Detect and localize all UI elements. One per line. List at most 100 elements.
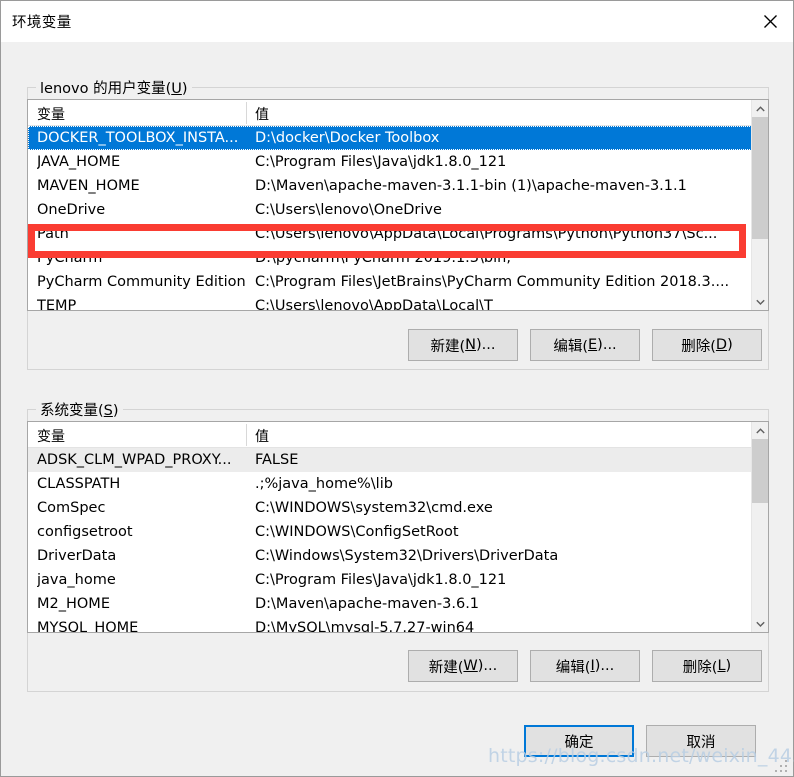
system-delete-accel: L xyxy=(717,658,726,674)
table-row[interactable]: MAVEN_HOME D:\Maven\apache-maven-3.1.1-bi… xyxy=(28,174,768,198)
user-col-divider[interactable] xyxy=(246,102,247,124)
system-legend-suffix: ) xyxy=(112,403,119,419)
variable-name-cell: CLASSPATH xyxy=(37,476,121,492)
table-row[interactable]: CLASSPATH .;%java_home%\lib xyxy=(28,472,768,496)
user-list-body: DOCKER_TOOLBOX_INSTA... D:\docker\Docker … xyxy=(28,126,768,311)
table-row[interactable]: TEMP C:\Users\lenovo\AppData\Local\T xyxy=(28,294,768,311)
system-new-accel: W xyxy=(463,658,478,674)
variable-name-cell: ComSpec xyxy=(37,500,106,516)
environment-variables-dialog: 环境变量 lenovo 的用户变量(U) 变量 值 DOCKER_TOOLBOX… xyxy=(0,0,794,777)
variable-value-cell: C:\Users\lenovo\AppData\Local\T xyxy=(255,298,493,311)
system-edit-button[interactable]: 编辑(I)... xyxy=(530,650,640,682)
system-variables-list[interactable]: 变量 值 ADSK_CLM_WPAD_PROXY... FALSE CLASSPAT… xyxy=(27,421,769,633)
variable-value-cell: C:\Users\lenovo\OneDrive xyxy=(255,202,442,218)
variable-value-cell: D:\MySQL\mysql-5.7.27-win64 xyxy=(255,620,475,633)
variable-value-cell: C:\WINDOWS\ConfigSetRoot xyxy=(255,524,459,540)
user-new-button[interactable]: 新建(N)... xyxy=(408,329,518,361)
user-legend-suffix: ) xyxy=(181,81,188,97)
system-edit-suffix: )... xyxy=(594,658,615,674)
user-new-suffix: )... xyxy=(476,337,496,353)
table-row[interactable]: ADSK_CLM_WPAD_PROXY... FALSE xyxy=(28,448,768,472)
user-edit-button[interactable]: 编辑(E)... xyxy=(530,329,640,361)
system-new-suffix: )... xyxy=(477,658,498,674)
scroll-up-icon[interactable] xyxy=(752,100,768,117)
variable-value-cell: C:\Program Files\JetBrains\PyCharm Commu… xyxy=(255,274,730,290)
resize-grip-icon[interactable] xyxy=(775,760,789,772)
user-scroll-thumb[interactable] xyxy=(752,117,768,239)
system-new-button[interactable]: 新建(W)... xyxy=(408,650,518,682)
ok-button[interactable]: 确定 xyxy=(524,725,634,757)
system-legend-accel: S xyxy=(103,403,113,419)
system-edit-prefix: 编辑( xyxy=(555,659,591,676)
variable-name-cell: DriverData xyxy=(37,548,117,564)
table-row[interactable]: PyCharm D:\pycharm\PyCharm 2019.1.3\bin; xyxy=(28,246,768,270)
table-row[interactable]: DriverData C:\Windows\System32\Drivers\Dr… xyxy=(28,544,768,568)
system-col-divider[interactable] xyxy=(246,424,247,446)
cancel-button[interactable]: 取消 xyxy=(646,725,756,757)
system-scroll-thumb[interactable] xyxy=(752,439,768,503)
variable-value-cell: C:\WINDOWS\system32\cmd.exe xyxy=(255,500,493,516)
system-delete-prefix: 删除( xyxy=(682,659,718,676)
system-list-header: 变量 值 xyxy=(28,422,768,448)
variable-name-cell: TEMP xyxy=(37,298,77,311)
variable-name-cell: OneDrive xyxy=(37,202,106,218)
table-row[interactable]: Path C:\Users\lenovo\AppData\Local\Progra… xyxy=(28,222,768,246)
variable-value-cell: D:\Maven\apache-maven-3.1.1-bin (1)\apac… xyxy=(255,178,687,194)
table-row[interactable]: OneDrive C:\Users\lenovo\OneDrive xyxy=(28,198,768,222)
system-legend-prefix: 系统变量( xyxy=(40,403,104,419)
table-row[interactable]: configsetroot C:\WINDOWS\ConfigSetRoot xyxy=(28,520,768,544)
scroll-up-icon[interactable] xyxy=(752,422,768,439)
system-col-header-variable[interactable]: 变量 xyxy=(37,426,65,446)
scroll-down-icon[interactable] xyxy=(752,615,768,632)
user-delete-accel: D xyxy=(715,337,728,353)
user-delete-button[interactable]: 删除(D) xyxy=(652,329,762,361)
title-bar: 环境变量 xyxy=(1,1,793,43)
variable-name-cell: MYSQL_HOME xyxy=(37,620,139,633)
system-delete-suffix: ) xyxy=(725,658,732,674)
user-legend-accel: U xyxy=(171,81,182,97)
variable-name-cell: DOCKER_TOOLBOX_INSTA... xyxy=(37,130,239,146)
table-row[interactable]: java_home C:\Program Files\Java\jdk1.8.0_… xyxy=(28,568,768,592)
user-edit-accel: E xyxy=(588,337,598,353)
variable-value-cell: D:\pycharm\PyCharm 2019.1.3\bin; xyxy=(255,250,512,266)
variable-name-cell: ADSK_CLM_WPAD_PROXY... xyxy=(37,452,232,468)
user-col-header-value[interactable]: 值 xyxy=(255,104,269,124)
system-new-prefix: 新建( xyxy=(428,659,464,676)
table-row[interactable]: ComSpec C:\WINDOWS\system32\cmd.exe xyxy=(28,496,768,520)
table-row[interactable]: DOCKER_TOOLBOX_INSTA... D:\docker\Docker … xyxy=(28,126,768,150)
variable-value-cell: C:\Program Files\Java\jdk1.8.0_121 xyxy=(255,154,507,170)
variable-value-cell: D:\docker\Docker Toolbox xyxy=(255,130,440,146)
variable-value-cell: D:\Maven\apache-maven-3.6.1 xyxy=(255,596,480,612)
user-variables-legend: lenovo 的用户变量(U) xyxy=(36,77,192,98)
user-delete-prefix: 删除( xyxy=(681,338,716,355)
user-col-header-variable[interactable]: 变量 xyxy=(37,104,65,124)
variable-name-cell: JAVA_HOME xyxy=(37,154,121,170)
system-delete-button[interactable]: 删除(L) xyxy=(652,650,762,682)
system-list-scrollbar[interactable] xyxy=(751,422,768,632)
variable-name-cell: PyCharm xyxy=(37,250,103,266)
variable-value-cell: C:\Users\lenovo\AppData\Local\Programs\P… xyxy=(255,226,718,242)
user-edit-prefix: 编辑( xyxy=(553,338,588,355)
user-delete-suffix: ) xyxy=(727,337,733,353)
variable-name-cell: java_home xyxy=(37,572,116,588)
variable-name-cell: M2_HOME xyxy=(37,596,110,612)
variable-value-cell: .;%java_home%\lib xyxy=(255,476,393,492)
table-row[interactable]: PyCharm Community Edition C:\Program File… xyxy=(28,270,768,294)
system-col-header-value[interactable]: 值 xyxy=(255,426,269,446)
close-icon[interactable] xyxy=(747,1,793,41)
variable-name-cell: configsetroot xyxy=(37,524,133,540)
user-edit-suffix: )... xyxy=(597,337,617,353)
user-new-accel: N xyxy=(465,337,477,353)
user-new-prefix: 新建( xyxy=(430,338,466,355)
variable-name-cell: PyCharm Community Edition xyxy=(37,274,246,290)
user-list-scrollbar[interactable] xyxy=(751,100,768,310)
variable-name-cell: Path xyxy=(37,226,69,242)
table-row[interactable]: JAVA_HOME C:\Program Files\Java\jdk1.8.0_… xyxy=(28,150,768,174)
scroll-down-icon[interactable] xyxy=(752,293,768,310)
table-row[interactable]: MYSQL_HOME D:\MySQL\mysql-5.7.27-win64 xyxy=(28,616,768,633)
system-variables-legend: 系统变量(S) xyxy=(36,399,123,420)
table-row[interactable]: M2_HOME D:\Maven\apache-maven-3.6.1 xyxy=(28,592,768,616)
user-list-header: 变量 值 xyxy=(28,100,768,126)
user-legend-prefix: lenovo 的用户变量( xyxy=(40,81,172,97)
user-variables-list[interactable]: 变量 值 DOCKER_TOOLBOX_INSTA... D:\docker\Do… xyxy=(27,99,769,311)
